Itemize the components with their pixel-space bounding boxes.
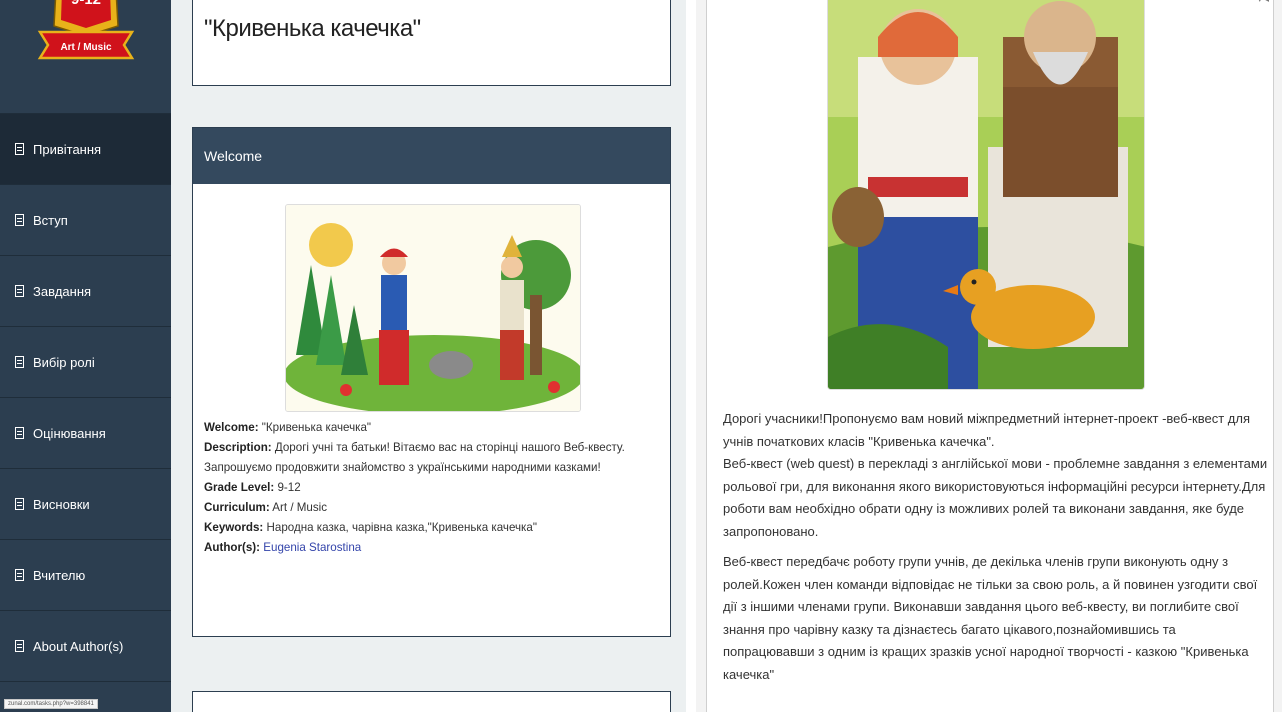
sidebar-item-label: Вступ	[33, 212, 68, 228]
sidebar-item-label: Висновки	[33, 496, 90, 512]
curriculum-value: Art / Music	[269, 501, 328, 514]
illustration-image	[286, 205, 580, 411]
paragraph-teamwork: Веб-квест передбачє роботу групи учнів, …	[723, 554, 1258, 682]
introduction-text: Дорогі учасники!Пропонуємо вам новий між…	[723, 408, 1268, 694]
keywords-label: Keywords:	[204, 521, 264, 534]
left-pane: Art / Music 9-12 Привітання Вступ Завдан…	[0, 0, 686, 712]
introduction-card: ▾ ◂	[706, 0, 1274, 712]
paragraph-greeting: Дорогі учасники!Пропонуємо вам новий між…	[723, 411, 1250, 449]
paragraph-greeting-definition: Дорогі учасники!Пропонуємо вам новий між…	[723, 408, 1268, 543]
document-icon	[15, 498, 24, 510]
main-content: "Кривенька качечка" Welcome Welcome: "Кр…	[171, 0, 686, 712]
grandparents-duck-illustration	[827, 0, 1145, 390]
sidebar-item-introduction[interactable]: Вступ	[0, 185, 171, 256]
welcome-label: Welcome:	[204, 421, 259, 434]
svg-text:Art / Music: Art / Music	[60, 42, 112, 53]
grade-value: 9-12	[274, 481, 301, 494]
right-pane: ▾ ◂	[696, 0, 1282, 712]
sidebar-item-label: Привітання	[33, 141, 102, 157]
document-icon	[15, 143, 24, 155]
welcome-info: Welcome: "Кривенька качечка" Description…	[204, 418, 664, 558]
document-icon	[15, 569, 24, 581]
keywords-value: Народна казка, чарівна казка,"Кривенька …	[263, 521, 537, 534]
split-divider	[686, 0, 696, 712]
title-card: "Кривенька качечка"	[192, 0, 671, 86]
sidebar-item-teacher[interactable]: Вчителю	[0, 540, 171, 611]
description-label: Description:	[204, 441, 272, 454]
document-icon	[15, 427, 24, 439]
author-link[interactable]: Eugenia Starostina	[263, 541, 361, 554]
sidebar-item-about-authors[interactable]: About Author(s)	[0, 611, 171, 682]
sidebar-item-evaluation[interactable]: Оцінювання	[0, 398, 171, 469]
next-section-card	[192, 691, 671, 712]
sidebar-item-roles[interactable]: Вибір ролі	[0, 327, 171, 398]
sidebar-item-label: Завдання	[33, 283, 92, 299]
welcome-card: Welcome Welcome: "Кривенька качечка" Des…	[192, 127, 671, 637]
sidebar-item-label: About Author(s)	[33, 638, 124, 654]
sidebar-item-label: Оцінювання	[33, 425, 106, 441]
badge-icon: Art / Music 9-12	[37, 0, 135, 60]
sidebar-item-conclusion[interactable]: Висновки	[0, 469, 171, 540]
sidebar-item-label: Вибір ролі	[33, 354, 95, 370]
illustration-image	[828, 0, 1144, 389]
status-bar-url: zunal.com/tasks.php?w=398841	[4, 699, 98, 709]
document-icon	[15, 285, 24, 297]
fairy-tale-illustration	[285, 204, 581, 412]
grade-badge: Art / Music 9-12	[0, 0, 171, 114]
corner-controls[interactable]: ▾ ◂	[1257, 0, 1269, 5]
document-icon	[15, 640, 24, 652]
sidebar: Art / Music 9-12 Привітання Вступ Завдан…	[0, 0, 171, 712]
grade-label: Grade Level:	[204, 481, 275, 494]
paragraph-definition: Веб-квест (web quest) в перекладі з англ…	[723, 456, 1268, 539]
sidebar-item-welcome[interactable]: Привітання	[0, 114, 171, 185]
document-icon	[15, 214, 24, 226]
document-icon	[15, 356, 24, 368]
author-label: Author(s):	[204, 541, 261, 554]
page-title: "Кривенька качечка"	[204, 15, 421, 42]
welcome-value: "Кривенька качечка"	[258, 421, 372, 434]
svg-text:9-12: 9-12	[71, 0, 101, 8]
curriculum-label: Curriculum:	[204, 501, 270, 514]
sidebar-item-task[interactable]: Завдання	[0, 256, 171, 327]
welcome-header: Welcome	[193, 128, 670, 184]
sidebar-item-label: Вчителю	[33, 567, 86, 583]
